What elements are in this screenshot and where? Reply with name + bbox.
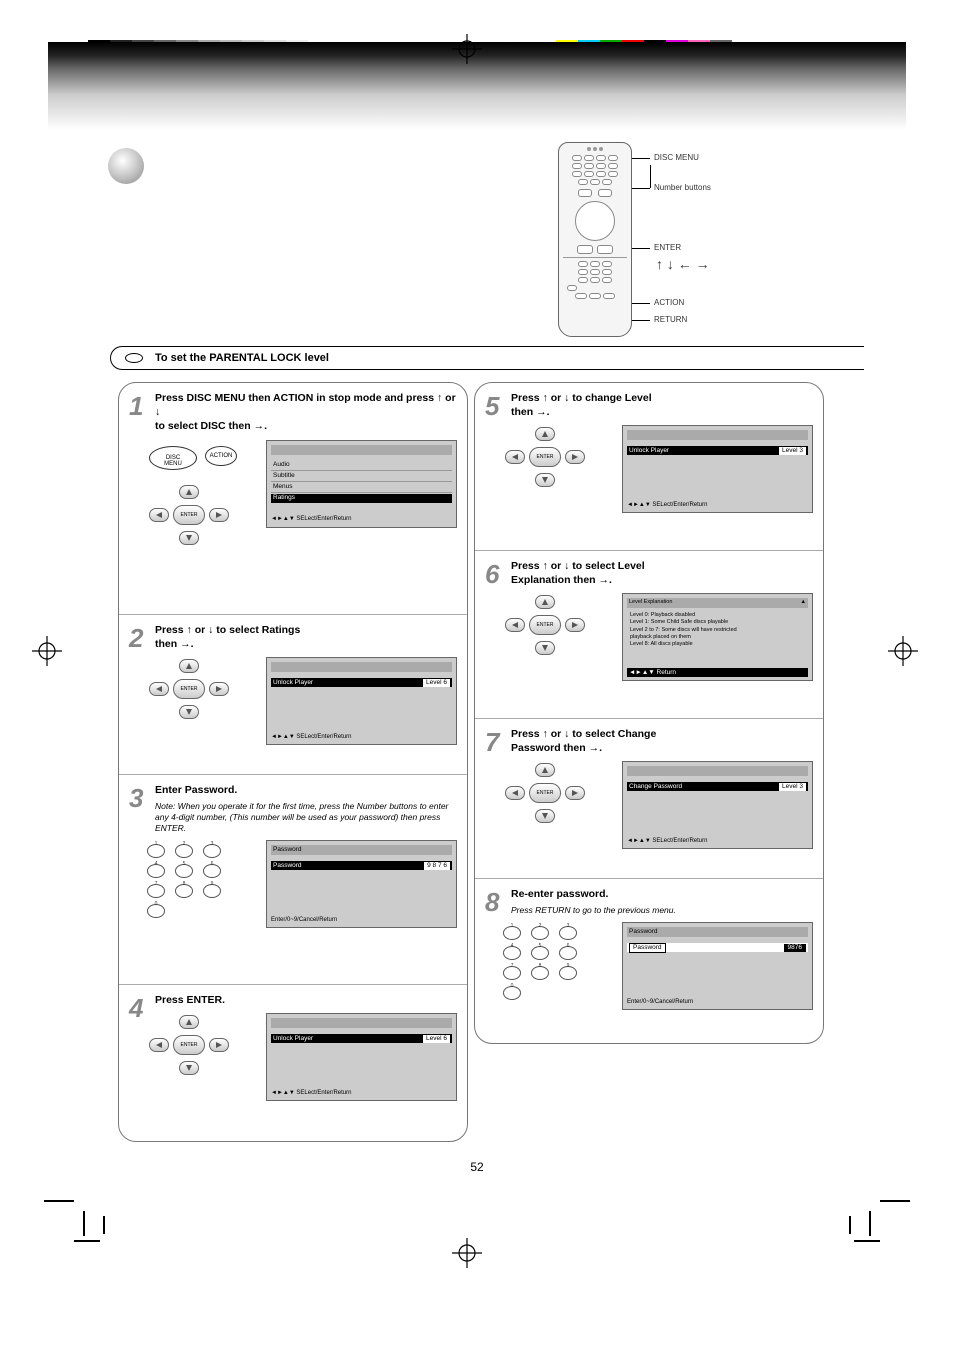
lead-line bbox=[632, 188, 650, 189]
step-text: Press ↑ or ↓ to select Level Explanation… bbox=[511, 559, 813, 587]
dpad-icon: ENTER bbox=[499, 427, 591, 487]
step-2: 2 Press ↑ or ↓ to select Ratings then →.… bbox=[119, 615, 467, 775]
step-text: Re-enter password. bbox=[511, 887, 813, 901]
step-text: Press ENTER. bbox=[155, 993, 457, 1007]
disc-menu-button-icon: DISCMENU bbox=[149, 446, 197, 470]
step-number: 1 bbox=[129, 391, 143, 422]
step-note: Press RETURN to go to the previous menu. bbox=[511, 905, 813, 916]
step-3: 3 Enter Password. Note: When you operate… bbox=[119, 775, 467, 985]
page-number: 52 bbox=[0, 1160, 954, 1174]
onscreen-menu-disc: Audio Subtitle Menus Ratings ◄►▲▼ SELect… bbox=[266, 440, 457, 528]
section-bullet-sphere bbox=[108, 148, 144, 184]
page-title: Parental Lock bbox=[156, 146, 304, 172]
step-6: 6 Press ↑ or ↓ to select Level Explanati… bbox=[475, 551, 823, 719]
remote-label-arrows: ↑ ↓ ← → bbox=[656, 256, 710, 272]
registration-mark-icon bbox=[452, 34, 482, 64]
registration-mark-icon bbox=[452, 1238, 482, 1268]
section-heading: To set the PARENTAL LOCK level bbox=[110, 346, 864, 370]
remote-buttons-group: ENTER bbox=[499, 593, 614, 657]
page-subtitle: DVDs equipped with the password function… bbox=[156, 176, 536, 219]
dpad-icon: ENTER bbox=[143, 1015, 235, 1075]
remote-label-return: RETURN bbox=[654, 315, 687, 324]
step-note: Note: When you operate it for the first … bbox=[155, 801, 457, 834]
step-5: 5 Press ↑ or ↓ to change Level then →. E… bbox=[475, 383, 823, 551]
step-text: Press ↑ or ↓ to change Level then →. bbox=[511, 391, 813, 419]
action-button-icon: ACTION bbox=[205, 446, 237, 466]
registration-mark-icon bbox=[32, 636, 62, 666]
dpad-icon: ENTER bbox=[143, 659, 235, 719]
lead-line bbox=[632, 320, 650, 321]
steps-column-right: 5 Press ↑ or ↓ to change Level then →. E… bbox=[474, 382, 824, 1044]
registration-mark-icon bbox=[888, 636, 918, 666]
remote-buttons-group: ENTER bbox=[143, 657, 258, 721]
onscreen-menu-ratings: Unlock PlayerLevel 6 ◄►▲▼ SELect/Enter/R… bbox=[266, 657, 457, 745]
dpad-icon: ENTER bbox=[499, 763, 591, 823]
step-number: 5 bbox=[485, 391, 499, 422]
lead-line bbox=[632, 303, 650, 304]
step-number: 2 bbox=[129, 623, 143, 654]
step-text: Press ↑ or ↓ to select Change Password t… bbox=[511, 727, 813, 755]
onscreen-menu-ratings: Unlock PlayerLevel 6 ◄►▲▼ SELect/Enter/R… bbox=[266, 1013, 457, 1101]
remote-buttons-group: 123 456 789 0 bbox=[499, 922, 614, 1004]
step-number: 4 bbox=[129, 993, 143, 1024]
crop-mark-icon bbox=[74, 1216, 124, 1256]
numpad-icon: 123 456 789 0 bbox=[499, 922, 589, 1004]
lead-line bbox=[632, 158, 650, 159]
dpad-icon: ENTER bbox=[143, 485, 235, 545]
remote-buttons-group: ENTER bbox=[499, 425, 614, 489]
onscreen-menu-password: Password Password9 8 7 6 Enter/0~9/Cance… bbox=[266, 840, 457, 928]
remote-label-action: ACTION bbox=[654, 298, 684, 307]
step-number: 6 bbox=[485, 559, 499, 590]
remote-buttons-group: 123 456 789 0 bbox=[143, 840, 258, 922]
remote-buttons-group: ENTER bbox=[143, 1013, 258, 1077]
onscreen-menu-level-explanation: Level Explanation▲ Level 0: Playback dis… bbox=[622, 593, 813, 681]
step-4: 4 Press ENTER. ENTER Unlock PlayerLevel … bbox=[119, 985, 467, 1135]
step-number: 7 bbox=[485, 727, 499, 758]
remote-buttons-group: ENTER bbox=[499, 761, 614, 825]
remote-label-number-buttons: Number buttons bbox=[654, 183, 711, 192]
step-number: 3 bbox=[129, 783, 143, 814]
onscreen-menu-ratings: Change PasswordLevel 3 ◄►▲▼ SELect/Enter… bbox=[622, 761, 813, 849]
numpad-icon: 123 456 789 0 bbox=[143, 840, 233, 922]
remote-label-enter: ENTER bbox=[654, 243, 681, 252]
remote-buttons-group: DISCMENU ACTION ENTER bbox=[143, 440, 258, 547]
step-number: 8 bbox=[485, 887, 499, 918]
onscreen-menu-password: Password Password9876 Enter/0~9/Cancel/R… bbox=[622, 922, 813, 1010]
steps-column-left: 1 Press DISC MENU then ACTION in stop mo… bbox=[118, 382, 468, 1142]
remote-control-diagram bbox=[558, 142, 632, 337]
step-text: Enter Password. bbox=[155, 783, 457, 797]
dpad-icon: ENTER bbox=[499, 595, 591, 655]
step-text: Press ↑ or ↓ to select Ratings then →. bbox=[155, 623, 457, 651]
remote-label-disc-menu: DISC MENU bbox=[654, 153, 699, 162]
step-7: 7 Press ↑ or ↓ to select Change Password… bbox=[475, 719, 823, 879]
crop-mark-icon bbox=[830, 1216, 880, 1256]
lead-line bbox=[650, 165, 651, 188]
onscreen-menu-ratings: Unlock PlayerLevel 3 ◄►▲▼ SELect/Enter/R… bbox=[622, 425, 813, 513]
step-8: 8 Re-enter password. Press RETURN to go … bbox=[475, 879, 823, 1039]
step-1: 1 Press DISC MENU then ACTION in stop mo… bbox=[119, 383, 467, 615]
step-text: Press DISC MENU then ACTION in stop mode… bbox=[155, 391, 457, 434]
lead-line bbox=[632, 248, 650, 249]
